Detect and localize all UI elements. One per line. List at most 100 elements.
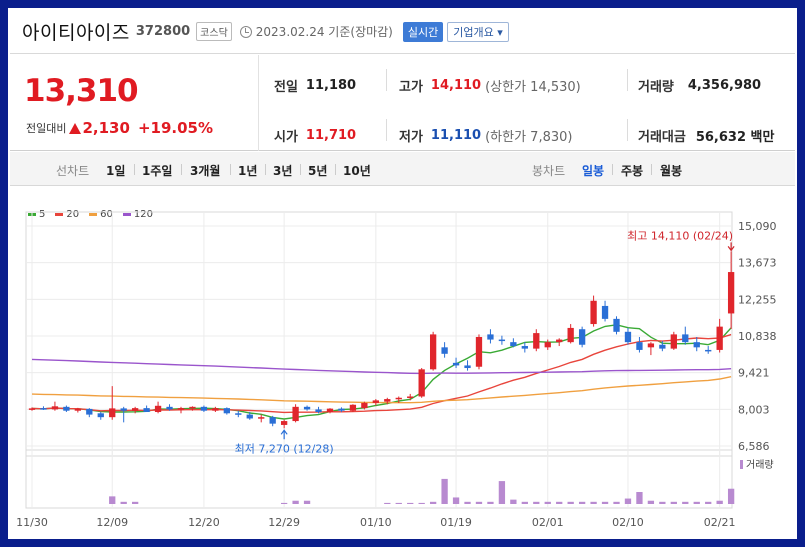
y-tick-label: 15,090 xyxy=(738,220,777,233)
candle-body xyxy=(223,408,230,414)
ma20-line xyxy=(31,333,732,414)
volume-bar xyxy=(693,501,700,504)
candle-body xyxy=(166,406,173,410)
candle-body xyxy=(659,344,666,349)
candle-body xyxy=(498,339,506,342)
low-annotation: 최저 7,270 (12/28) xyxy=(235,442,334,455)
candle-body xyxy=(212,408,219,411)
candle-body xyxy=(613,318,620,332)
candle-body xyxy=(533,333,540,349)
candle-body xyxy=(63,406,70,411)
volume-bar xyxy=(556,501,563,504)
candle-body xyxy=(544,342,551,348)
candle-body xyxy=(670,334,677,349)
candle-body xyxy=(682,334,689,343)
ma60-line xyxy=(31,376,732,404)
x-tick-label: 12/29 xyxy=(268,516,300,529)
candle-body xyxy=(441,347,448,354)
y-tick-label: 8,003 xyxy=(738,403,770,416)
candle-body xyxy=(384,399,391,402)
candle-body xyxy=(74,408,81,411)
candle-body xyxy=(131,408,139,411)
x-tick-label: 02/01 xyxy=(532,516,564,529)
volume-bar xyxy=(682,501,689,504)
candle-body xyxy=(326,408,334,413)
volume-bar xyxy=(716,500,723,504)
stock-widget: 아이티아이즈 372800 코스닥 2023.02.24 기준(장마감) 실시간… xyxy=(7,7,798,540)
volume-bar xyxy=(464,501,471,504)
candle-body xyxy=(235,413,242,415)
candle-body xyxy=(97,413,104,418)
candle-body xyxy=(315,409,322,413)
candle-body xyxy=(624,331,632,343)
candle-body xyxy=(338,408,345,411)
candle-body xyxy=(407,396,414,398)
candle-body xyxy=(510,342,517,347)
x-tick-label: 01/19 xyxy=(440,516,472,529)
volume-bar xyxy=(441,478,448,504)
y-tick-label: 6,586 xyxy=(738,440,770,453)
volume-bar xyxy=(452,497,460,504)
candle-body xyxy=(40,408,47,410)
volume-bar xyxy=(670,501,677,504)
volume-bar xyxy=(567,501,574,504)
candle-body xyxy=(647,343,655,348)
candle-body xyxy=(120,408,127,411)
high-arrow-icon xyxy=(727,242,735,252)
volume-bar xyxy=(475,501,483,504)
candle-body xyxy=(578,329,586,345)
candle-body xyxy=(464,365,471,369)
candle-body xyxy=(51,406,59,410)
volume-bar xyxy=(727,488,735,504)
volume-bar xyxy=(131,501,139,504)
candle-body xyxy=(727,272,735,314)
candle-body xyxy=(556,339,563,343)
candle-body xyxy=(521,346,528,349)
candle-body xyxy=(475,336,483,367)
volume-bar xyxy=(429,501,437,504)
volume-bar xyxy=(544,501,551,504)
volume-bar xyxy=(705,501,712,504)
candle-body xyxy=(303,406,311,410)
price-chart[interactable]: 15,090 13,673 12,255 10,838 9,421 8,003 6,586 1… xyxy=(10,10,797,539)
candle-body xyxy=(716,326,723,350)
candle-body xyxy=(590,300,597,325)
candle-body xyxy=(452,362,460,366)
volume-bar xyxy=(498,481,506,504)
candle-body xyxy=(361,402,368,409)
x-tick-label: 02/21 xyxy=(704,516,736,529)
volume-bar xyxy=(521,501,528,504)
candle-body xyxy=(292,406,299,422)
candle-body xyxy=(693,342,700,348)
candle-body xyxy=(705,349,712,352)
candle-body xyxy=(109,408,116,418)
volume-bar xyxy=(624,498,632,504)
volume-bar xyxy=(395,502,402,504)
volume-bar xyxy=(120,501,127,504)
candle-body xyxy=(177,408,185,410)
candle-body xyxy=(372,400,379,403)
volume-label: 거래량 xyxy=(746,459,774,471)
candle-body xyxy=(258,417,265,419)
candle-body xyxy=(246,414,253,419)
volume-bar xyxy=(636,492,643,504)
candle-body xyxy=(154,405,162,413)
volume-bar xyxy=(487,501,494,504)
volume-bar xyxy=(590,501,597,504)
candle-body xyxy=(280,421,288,425)
volume-bar xyxy=(659,501,666,504)
x-tick-label: 12/20 xyxy=(188,516,220,529)
volume-bar xyxy=(384,502,391,504)
candle-body xyxy=(395,397,402,400)
volume-legend-swatch xyxy=(740,460,743,469)
x-tick-label: 11/30 xyxy=(16,516,48,529)
candle-body xyxy=(143,408,150,413)
candle-body xyxy=(567,327,574,343)
candle-body xyxy=(269,417,276,424)
candle-body xyxy=(418,369,425,397)
x-tick-label: 02/10 xyxy=(612,516,644,529)
x-tick-label: 12/09 xyxy=(96,516,128,529)
volume-bar xyxy=(292,500,299,504)
volume-bar xyxy=(578,501,586,504)
x-tick-label: 01/10 xyxy=(360,516,392,529)
